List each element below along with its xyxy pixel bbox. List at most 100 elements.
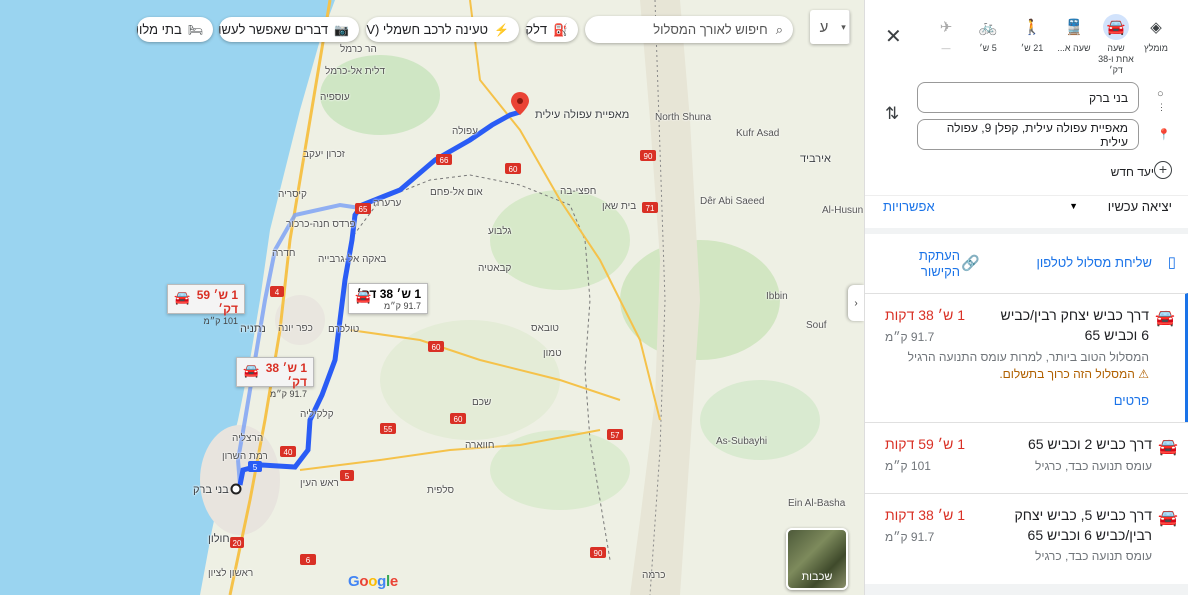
svg-text:6: 6 [306,556,311,565]
route-title: דרך כביש 2 וכביש 65 [1027,436,1152,452]
map-canvas[interactable]: 66 65 60 90 71 4 60 55 60 57 5 40 5 6 90… [0,0,864,595]
svg-text:5: 5 [253,463,258,472]
svg-text:65: 65 [359,205,368,214]
map-label: ערערה [373,198,402,209]
language-button[interactable]: ע ▾ [810,10,850,44]
route-time: 1 ש׳ 38 דקות [885,507,965,523]
collapse-panel-button[interactable]: › [848,285,864,321]
add-destination-button[interactable]: יעד חדש [1111,165,1154,179]
map-label: כפר יונה [278,323,313,334]
map-label: North Shuna [655,112,712,123]
map-label: ראשון לציון [208,568,254,579]
route-card-distance: 91.7 ק״מ [270,389,307,399]
origin-value: בני ברק [1089,90,1128,105]
route-search-input[interactable]: ⌕ חיפוש לאורך המסלול [585,16,793,43]
svg-text:66: 66 [440,156,449,165]
depart-now-dropdown[interactable]: יציאה עכשיו [1108,199,1172,214]
map-label: עוספיה [320,92,350,103]
map-label: טמון [543,348,562,359]
route-distance: 91.7 ק״מ [885,530,935,544]
chevron-down-icon: ▼ [1069,201,1078,211]
add-icon[interactable]: + [1154,161,1172,179]
copy-link-button[interactable]: העתקת הקישור [915,248,960,280]
svg-text:60: 60 [432,343,441,352]
car-icon: 🚘 [243,363,260,378]
svg-text:60: 60 [454,415,463,424]
route-description: עומס תנועה כבד, כרגיל [1034,459,1152,473]
destination-value: מאפיית עפולה עילית, קפלן 9, עפולה עילית [946,120,1128,149]
chip-label: טעינה לרכב חשמלי (V... [366,22,489,37]
origin-marker[interactable] [230,483,242,495]
route-details-link[interactable]: פרטים [1114,393,1149,408]
route-card-selected[interactable]: 🚘 1 ש׳ 38 דק׳ 91.7 ק״מ [348,283,428,314]
car-icon: 🚘 [174,290,191,305]
swap-icon[interactable]: ⇅ [885,104,899,124]
chip-label: דלק [526,22,548,37]
map-label: זכרון יעקב [303,149,345,160]
origin-field[interactable]: בני ברק [917,82,1139,113]
chip-ev-charging[interactable]: ⚡ טעינה לרכב חשמלי (V... [366,17,519,42]
map-label: Al-Husun [822,205,864,216]
send-to-phone-button[interactable]: שליחת מסלול לטלפון [1036,255,1152,271]
chip-things-to-do[interactable]: 📷 דברים שאפשר לעשות [219,17,359,42]
destination-field[interactable]: מאפיית עפולה עילית, קפלן 9, עפולה עילית [917,119,1139,150]
search-placeholder: חיפוש לאורך המסלול [653,22,768,37]
car-icon: 🚘 [1103,14,1129,40]
link-icon: 🔗 [961,255,980,272]
layers-label: שכבות [801,571,833,583]
google-logo: Google [348,573,398,590]
map-label: טולכרם [328,324,360,335]
layers-button[interactable]: שכבות [786,528,848,590]
bike-icon: 🚲 [978,18,998,36]
map-label: חפצי-בה [560,186,597,197]
options-button[interactable]: אפשרויות [883,199,935,214]
svg-text:90: 90 [594,549,603,558]
divider [865,584,1188,595]
map-label: טובאס [531,323,559,334]
route-time: 1 ש׳ 38 דקות [885,307,965,323]
svg-text:55: 55 [384,425,393,434]
map-label: דלית אל-כרמל [325,66,385,77]
route-option-3[interactable]: 🚘 דרך כביש 5, כביש יצחק רבין/כביש 6 וכבי… [865,493,1188,584]
mode-flight[interactable]: ✈ — [928,14,964,54]
chip-hotels[interactable]: 🛏 בתי מלון [137,17,213,42]
mode-label: מומלץ [1144,43,1168,53]
route-warning: ⚠ המסלול הזה כרוך בתשלום. [999,367,1149,381]
map-label: עפולה [452,126,478,137]
mode-bike[interactable]: 🚲 5 ש׳ [970,14,1006,54]
flight-icon: ✈ [939,18,953,36]
chip-fuel[interactable]: ⛽ דלק [526,17,578,42]
map-label: חדרה [272,248,296,259]
mode-best[interactable]: ◈ מומלץ [1138,14,1174,54]
travel-modes: ◈ מומלץ 🚘 שעה אחת ו-38 דק׳ 🚆 שעה א... 🚶 … [865,10,1188,76]
route-card-distance: 101 ק״מ [203,316,238,326]
mode-transit[interactable]: 🚆 שעה א... [1056,14,1092,54]
dots-connector-icon: ⋮ [1157,102,1166,112]
map-label: באקה אל-גרבייה [318,254,387,265]
mode-label: 21 ש׳ [1020,43,1044,53]
car-icon: 🚘 [355,289,372,304]
mode-drive[interactable]: 🚘 שעה אחת ו-38 דק׳ [1098,14,1134,76]
svg-text:90: 90 [644,152,653,161]
map-label: חולון [208,533,230,545]
route-option-2[interactable]: 🚘 דרך כביש 2 וכביש 65 1 ש׳ 59 דקות 101 ק… [865,422,1188,493]
route-title: דרך כביש יצחק רבין/כביש 6 וכביש 65 [1000,307,1149,343]
divider [865,228,1188,234]
route-option-1[interactable]: 🚘 דרך כביש יצחק רבין/כביש 6 וכביש 65 1 ש… [865,293,1188,422]
car-icon: 🚘 [1158,439,1178,456]
fuel-icon: ⛽ [553,22,568,37]
car-icon: 🚘 [1158,510,1178,527]
close-icon[interactable]: ✕ [885,24,902,49]
map-label: בית שאן [602,201,637,212]
map-label: אום אל-פחם [430,187,483,198]
route-card-alt[interactable]: 🚘 1 ש׳ 38 דק׳ 91.7 ק״מ [236,357,314,399]
map-label: סלפית [427,485,455,496]
send-to-phone-icon: ▯ [1167,254,1176,271]
map-label: שכם [472,397,492,408]
search-icon: ⌕ [775,21,783,37]
mode-walk[interactable]: 🚶 21 ש׳ [1014,14,1050,54]
route-card-alt[interactable]: 🚘 1 ש׳ 59 דק׳ 101 ק״מ [167,284,245,326]
map-label: Dêr Abi Saeed [700,196,765,207]
map-label: חווארה [465,440,495,451]
map-label: רמת השרון [222,451,268,462]
